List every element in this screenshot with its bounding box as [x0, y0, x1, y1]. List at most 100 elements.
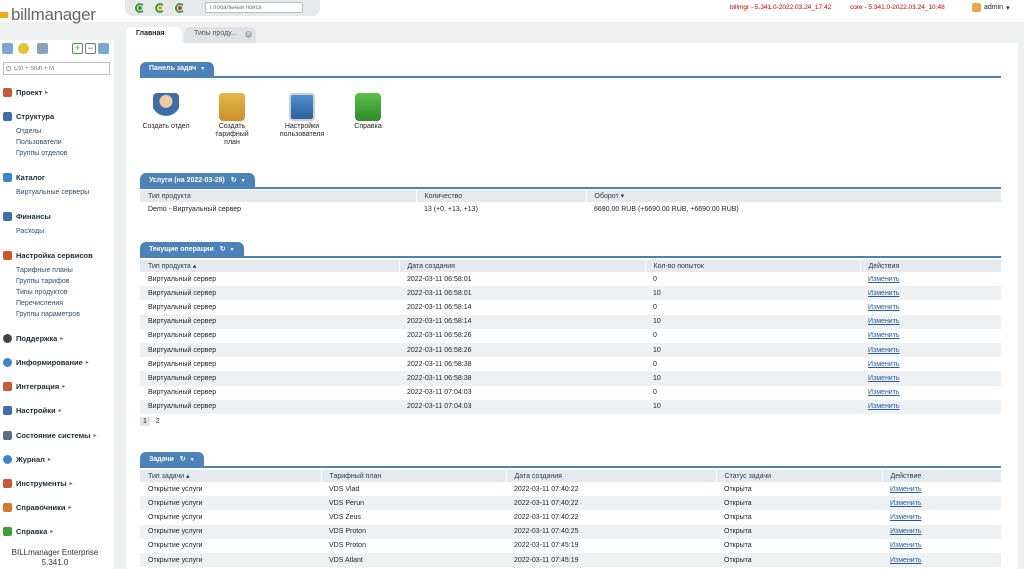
- tab-product-types[interactable]: Типы проду... ×: [184, 27, 256, 43]
- services-header[interactable]: Услуги (на 2022-03-28) ↻ ▼: [140, 173, 255, 187]
- sidebar-section-project[interactable]: Проект ▸: [3, 87, 48, 97]
- vertical-scrollbar[interactable]: [1018, 43, 1024, 569]
- create-tariff-plan-button[interactable]: Создать тарифный план: [202, 93, 262, 147]
- sidebar-section-notification[interactable]: Информирование ▸: [3, 357, 89, 367]
- tab-main[interactable]: Главная: [126, 27, 182, 43]
- edit-link[interactable]: Изменить: [860, 329, 1001, 343]
- column-header[interactable]: Дата создания: [399, 260, 646, 272]
- edit-link[interactable]: Изменить: [882, 539, 1001, 553]
- column-header[interactable]: Оборот ▾: [586, 190, 1002, 202]
- table-row[interactable]: Виртуальный сервер 2022-03-11 06:58:01 10 И…: [140, 286, 1001, 301]
- edit-link[interactable]: Изменить: [860, 399, 1001, 414]
- table-row[interactable]: Виртуальный сервер 2022-03-11 07:04:03 0 Из…: [140, 386, 1001, 400]
- edit-link[interactable]: Изменить: [860, 314, 1001, 329]
- column-header[interactable]: Статус задачи: [716, 470, 883, 482]
- task-panel-header[interactable]: Панель задач ▼: [140, 62, 215, 76]
- table-row[interactable]: Открытие услуги VDS Vlad 2022-03-11 07:40:…: [140, 482, 1001, 496]
- sidebar-section-integration[interactable]: Интеграция ▸: [3, 381, 65, 391]
- refresh-red-icon[interactable]: [174, 2, 186, 14]
- column-header[interactable]: Дата создания: [506, 470, 717, 482]
- sidebar-item-departments[interactable]: Отделы: [16, 128, 41, 135]
- sidebar-item-department-groups[interactable]: Группы отделов: [16, 150, 68, 157]
- edit-link[interactable]: Изменить: [860, 342, 1001, 358]
- column-header[interactable]: Действие: [882, 470, 1002, 482]
- favorites-star-icon[interactable]: [18, 43, 29, 54]
- sidebar-section-system-state[interactable]: Состояние системы ▸: [3, 430, 97, 440]
- page-1[interactable]: 1: [140, 417, 150, 426]
- column-header[interactable]: Действия: [860, 260, 1002, 272]
- table-row[interactable]: Открытие услуги VDS Atlant 2022-03-11 07:4…: [140, 552, 1001, 568]
- edit-link[interactable]: Изменить: [882, 524, 1001, 539]
- sidebar-section-catalog[interactable]: Каталог: [3, 172, 45, 182]
- sidebar-section-tools[interactable]: Инструменты ▸: [3, 478, 73, 488]
- page-2[interactable]: 2: [153, 417, 163, 426]
- table-row[interactable]: Открытие услуги VDS Proton 2022-03-11 07:4…: [140, 539, 1001, 553]
- sidebar-item-enumerations[interactable]: Перечисления: [16, 300, 63, 307]
- edit-link[interactable]: Изменить: [882, 496, 1001, 511]
- global-search-input[interactable]: [205, 2, 303, 13]
- table-row[interactable]: Виртуальный сервер 2022-03-11 06:58:26 10 И…: [140, 342, 1001, 358]
- edit-link[interactable]: Изменить: [882, 482, 1001, 496]
- table-row[interactable]: Виртуальный сервер 2022-03-11 06:58:01 0 Из…: [140, 272, 1001, 286]
- table-row[interactable]: Виртуальный сервер 2022-03-11 06:58:38 0 Из…: [140, 357, 1001, 371]
- refresh-icon[interactable]: ↻: [220, 245, 226, 253]
- sidebar-item-expenses[interactable]: Расходы: [16, 228, 44, 235]
- column-header[interactable]: Кол-во попыток: [645, 260, 861, 272]
- sidebar-section-help[interactable]: Справка ▸: [3, 526, 53, 536]
- table-row[interactable]: Виртуальный сервер 2022-03-11 06:58:38 10 И…: [140, 371, 1001, 386]
- edit-link[interactable]: Изменить: [882, 552, 1001, 568]
- create-department-button[interactable]: Создать отдел: [136, 93, 196, 131]
- table-cell: 0: [653, 360, 657, 368]
- expand-all-icon[interactable]: +: [72, 43, 83, 54]
- sidebar-item-parameter-groups[interactable]: Группы параметров: [16, 311, 80, 318]
- refresh-green-icon[interactable]: [134, 2, 146, 14]
- pin-icon[interactable]: [98, 43, 109, 54]
- refresh-icon[interactable]: ↻: [231, 176, 237, 184]
- menu-view-icon[interactable]: [2, 43, 13, 54]
- user-settings-button[interactable]: Настройки пользователя: [272, 93, 332, 139]
- edit-link[interactable]: Изменить: [860, 272, 1001, 286]
- sidebar-item-virtual-servers[interactable]: Виртуальные серверы: [16, 189, 89, 196]
- table-row[interactable]: Demo - Виртуальный сервер 13 (+0, +13, +…: [140, 202, 1001, 216]
- edit-link[interactable]: Изменить: [860, 386, 1001, 400]
- edit-link[interactable]: Изменить: [860, 300, 1001, 314]
- edit-link[interactable]: Изменить: [860, 286, 1001, 301]
- sidebar-section-support[interactable]: Поддержка ▸: [3, 333, 63, 343]
- table-row[interactable]: Открытие услуги VDS Zeus 2022-03-11 07:40:…: [140, 510, 1001, 524]
- column-header[interactable]: Количество: [416, 190, 587, 202]
- refresh-icon[interactable]: ↻: [180, 455, 186, 463]
- sidebar-section-settings[interactable]: Настройки ▸: [3, 405, 62, 415]
- sidebar-section-finance[interactable]: Финансы: [3, 211, 51, 221]
- edit-link[interactable]: Изменить: [882, 510, 1001, 524]
- column-header[interactable]: Тип продукта: [140, 190, 417, 202]
- tasks-header[interactable]: Задачи ↻ ▼: [140, 452, 204, 466]
- home-icon[interactable]: [37, 43, 48, 54]
- help-button[interactable]: Справка: [338, 93, 398, 131]
- edit-link[interactable]: Изменить: [860, 371, 1001, 386]
- user-menu[interactable]: admin ▾: [972, 3, 1010, 12]
- sidebar-section-references[interactable]: Справочники ▸: [3, 502, 71, 512]
- table-row[interactable]: Виртуальный сервер 2022-03-11 06:58:14 0 Из…: [140, 300, 1001, 314]
- edit-link[interactable]: Изменить: [860, 357, 1001, 371]
- refresh-orange-icon[interactable]: [154, 2, 166, 14]
- table-row[interactable]: Открытие услуги VDS Proton 2022-03-11 07:4…: [140, 524, 1001, 539]
- table-row[interactable]: Открытие услуги VDS Perun 2022-03-11 07:40…: [140, 496, 1001, 511]
- column-header[interactable]: Тип задачи ▴: [140, 470, 322, 482]
- sidebar-item-tariff-plans[interactable]: Тарифные планы: [16, 267, 73, 274]
- close-icon[interactable]: ×: [245, 31, 252, 38]
- table-row[interactable]: Виртуальный сервер 2022-03-11 06:58:26 0 Из…: [140, 329, 1001, 343]
- collapse-all-icon[interactable]: −: [85, 43, 96, 54]
- column-header[interactable]: Тип продукта ▴: [140, 260, 400, 272]
- sidebar-section-structure[interactable]: Структура: [3, 111, 54, 121]
- table-row[interactable]: Виртуальный сервер 2022-03-11 06:58:14 10 И…: [140, 314, 1001, 329]
- sidebar-item-tariff-groups[interactable]: Группы тарифов: [16, 278, 69, 285]
- sidebar-section-service-settings[interactable]: Настройка сервисов: [3, 250, 93, 260]
- sidebar-section-journal[interactable]: Журнал ▸: [3, 454, 51, 464]
- table-row[interactable]: Виртуальный сервер 2022-03-11 07:04:03 10 И…: [140, 399, 1001, 414]
- billmanager-logo[interactable]: billmanager: [0, 5, 96, 24]
- operations-header[interactable]: Текущие операции ↻ ▼: [140, 242, 244, 256]
- column-header[interactable]: Тарифный план: [321, 470, 507, 482]
- sidebar-item-product-types[interactable]: Типы продуктов: [16, 289, 68, 296]
- sidebar-item-users[interactable]: Пользователи: [16, 139, 62, 146]
- menu-search-input[interactable]: [3, 62, 110, 75]
